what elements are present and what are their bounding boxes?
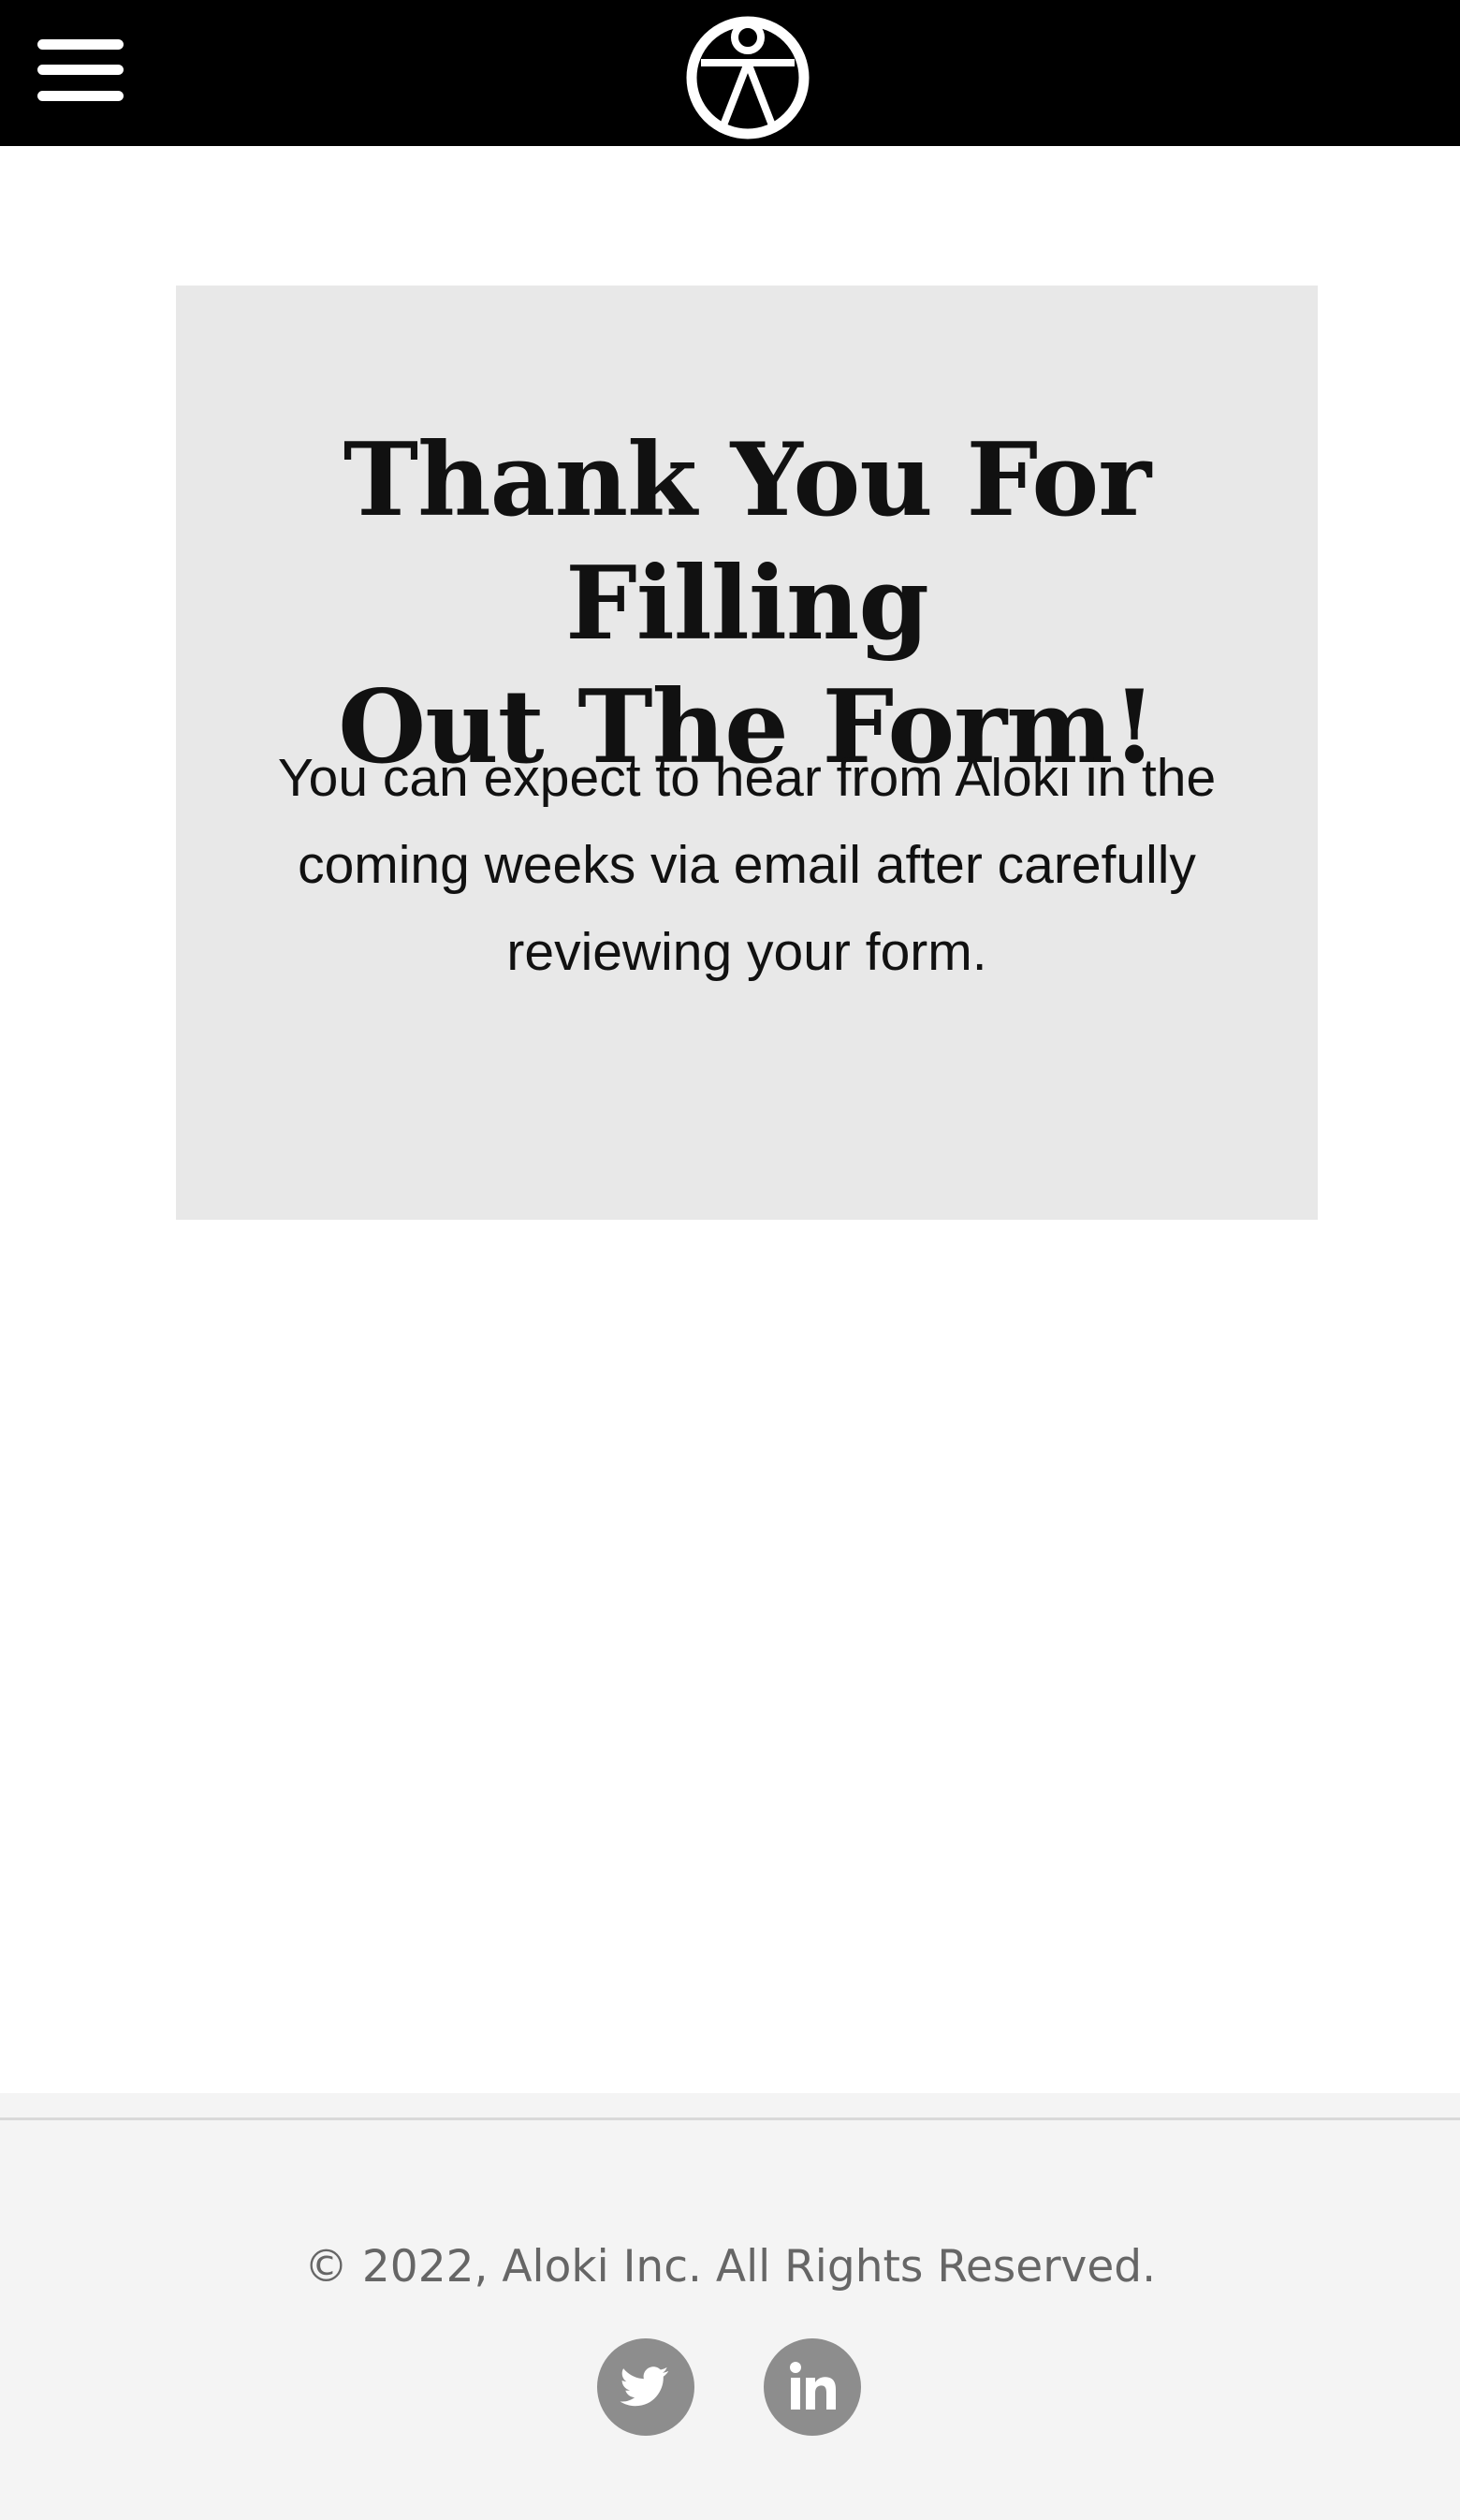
top-navigation-bar <box>0 0 1460 146</box>
confirmation-title-line: Thank You For Filling <box>343 421 1151 663</box>
confirmation-message: You can expect to hear from Aloki in the… <box>241 735 1252 996</box>
confirmation-message-line: coming weeks via email after carefully <box>298 835 1196 895</box>
copyright-text: © 2022, Aloki Inc. All Rights Reserved. <box>303 2241 1157 2293</box>
confirmation-title: Thank You For Filling Out The Form! <box>176 418 1318 789</box>
twitter-icon <box>620 2366 669 2407</box>
aloki-logo-icon[interactable] <box>686 12 810 143</box>
menu-bar-line <box>37 39 124 50</box>
linkedin-link[interactable] <box>764 2338 861 2436</box>
site-footer: © 2022, Aloki Inc. All Rights Reserved. <box>0 2093 1460 2520</box>
hamburger-menu-icon[interactable] <box>37 39 124 101</box>
menu-bar-line <box>37 65 124 75</box>
confirmation-message-line: reviewing your form. <box>506 922 987 982</box>
menu-bar-line <box>37 91 124 101</box>
confirmation-card: Thank You For Filling Out The Form! You … <box>176 286 1318 1220</box>
linkedin-icon <box>790 2362 836 2410</box>
footer-divider <box>0 2117 1460 2120</box>
twitter-link[interactable] <box>597 2338 694 2436</box>
confirmation-message-line: You can expect to hear from Aloki in the <box>277 748 1217 808</box>
